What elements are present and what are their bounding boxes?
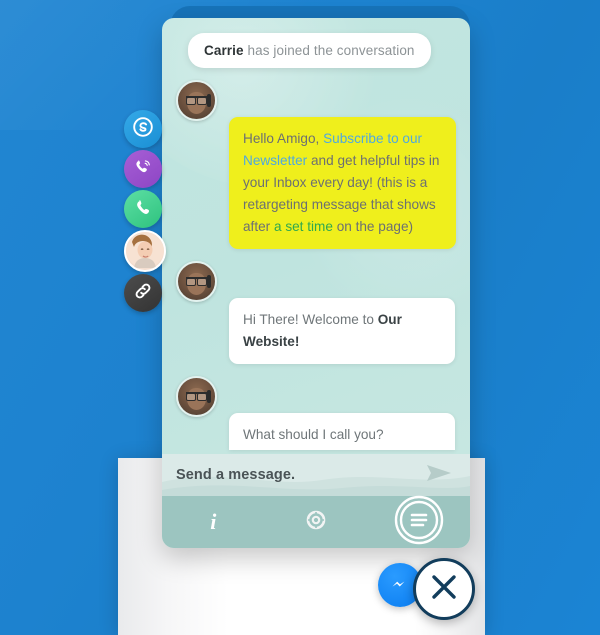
- viber-icon: [132, 156, 154, 183]
- skype-icon: [131, 115, 155, 144]
- welcome-bubble: Hi There! Welcome to Our Website!: [229, 298, 455, 365]
- whatsapp-icon: [132, 196, 154, 223]
- set-time-link[interactable]: a set time: [274, 219, 333, 234]
- menu-button[interactable]: [367, 495, 470, 549]
- agent-avatar: [176, 376, 217, 418]
- send-arrow-icon[interactable]: [424, 462, 454, 489]
- notice-text: has joined the conversation: [243, 43, 415, 58]
- ask-name-text: What should I call you?: [243, 427, 384, 443]
- social-channel-rail: [124, 110, 166, 314]
- facebook-messenger-icon: [387, 570, 413, 601]
- message-row-ask-name: [176, 376, 456, 418]
- info-button[interactable]: i: [162, 509, 265, 535]
- avatar-photo: [126, 232, 164, 270]
- promo-text-4: on the page): [332, 219, 414, 235]
- help-button[interactable]: [265, 510, 368, 535]
- welcome-text: Hi There! Welcome to: [243, 312, 378, 328]
- social-rail-item-link[interactable]: [124, 274, 162, 312]
- close-widget-button[interactable]: [413, 558, 475, 620]
- promo-text-1: Hello Amigo,: [243, 131, 324, 146]
- agent-avatar: [176, 80, 217, 121]
- message-composer[interactable]: Send a message.: [162, 454, 470, 496]
- promo-bubble: Hello Amigo, Subscribe to our Newsletter…: [229, 117, 456, 250]
- hamburger-icon: [394, 495, 444, 549]
- message-row-promo: [176, 80, 456, 121]
- social-rail-item-viber[interactable]: [124, 150, 162, 188]
- close-x-icon: [427, 570, 461, 609]
- widget-toolbar: i: [162, 495, 470, 549]
- lifebuoy-icon: [306, 510, 326, 535]
- social-rail-item-skype[interactable]: [124, 110, 162, 148]
- message-ask-name: What should I call you?: [176, 413, 456, 451]
- composer-placeholder[interactable]: Send a message.: [176, 467, 295, 483]
- message-promo: Hello Amigo, Subscribe to our Newsletter…: [176, 117, 456, 250]
- message-stream[interactable]: Carrie has joined the conversation Hello…: [162, 18, 470, 454]
- link-icon: [132, 280, 154, 307]
- system-notice: Carrie has joined the conversation: [188, 33, 431, 68]
- info-icon: i: [210, 509, 217, 534]
- social-rail-item-whatsapp[interactable]: [124, 190, 162, 228]
- notice-visitor-name: Carrie: [204, 43, 244, 58]
- ask-name-bubble: What should I call you?: [229, 413, 455, 451]
- message-row-welcome: [176, 261, 456, 303]
- message-welcome: Hi There! Welcome to Our Website!: [176, 298, 456, 365]
- chat-widget: Carrie has joined the conversation Hello…: [162, 18, 470, 548]
- agent-avatar: [176, 261, 217, 303]
- social-rail-item-operator[interactable]: [124, 230, 166, 272]
